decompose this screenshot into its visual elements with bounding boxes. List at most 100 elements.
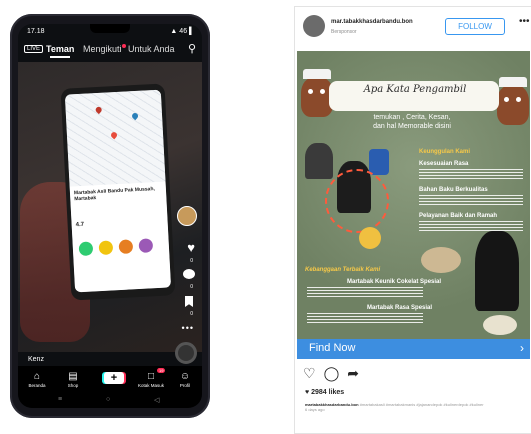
section-title: Kebanggaan Terbaik Kami [305,267,381,273]
more-icon[interactable]: ••• [182,323,194,333]
place-card: Martabak Asli Bandu Pak Mussah, Martabak… [69,181,172,293]
sponsored-label: Bersponsor [331,29,357,35]
mascot-eye [308,89,313,94]
comment-icon[interactable]: ◯ [324,365,340,381]
video-username[interactable]: Kenz [28,356,44,363]
phone-frame: 17.18 ▲ 46 ▌ Martabak Asli Bandu Pak Mus… [10,14,210,418]
follow-button[interactable]: FOLLOW [445,18,505,35]
feature-title: Pelayanan Baik dan Ramah [419,213,498,219]
video-feed[interactable]: Martabak Asli Bandu Pak Mussah, Martabak… [18,62,202,352]
product-photo [369,149,389,175]
status-icons: ▲ 46 ▌ [170,28,194,35]
instagram-post: mar.tabakkhasdarbandu.bon Bersponsor FOL… [294,6,531,434]
post-username[interactable]: mar.tabakkhasdarbandu.bon [331,19,413,25]
chevron-right-icon: › [520,341,524,355]
save-icon [118,239,134,255]
feature-title: Kesesuaian Rasa [419,161,469,167]
profile-icon: ☺ [179,371,191,382]
camera-notch [90,24,130,33]
product-text [307,313,423,325]
video-phone: Martabak Asli Bandu Pak Mussah, Martabak… [60,83,176,301]
chef-hat-icon [303,69,331,79]
tab-teman[interactable]: Teman [46,44,74,58]
comment-count: 0 [190,284,193,290]
status-time: 17.18 [27,28,45,35]
person-photo [475,231,519,311]
notification-dot [122,44,126,48]
find-now-button[interactable]: Find Now › [297,339,530,359]
mascot-eye [320,89,325,94]
nav-shop[interactable]: ▤ Shop [58,370,88,388]
home-button[interactable]: ○ [106,396,110,403]
create-button[interactable]: + [104,372,124,384]
feature-text [419,169,523,181]
home-icon: ⌂ [33,371,41,382]
map-view [64,89,166,187]
person-photo [305,143,333,179]
call-icon [98,240,114,256]
creator-avatar[interactable] [177,206,197,226]
post-actions: ♡ ◯ ➦ [303,365,367,382]
feature-text [419,221,523,233]
tab-untuk-anda[interactable]: Untuk Anda [128,44,175,54]
place-rating: 4.7 [75,221,85,229]
post-caption: martabakkhasdarbandu.bon #martabakasli #… [305,402,525,412]
mascot-eye [516,97,521,102]
profile-avatar[interactable] [303,15,325,37]
caption-time: 6 days ago [305,407,325,412]
tab-mengikuti[interactable]: Mengikuti [83,44,122,54]
nav-label: Shop [67,383,79,388]
like-count: 0 [190,258,193,264]
map-pin-icon [94,105,103,115]
back-button[interactable]: ◁ [154,396,159,404]
product-title: Martabak Rasa Spesial [367,305,433,311]
top-navigation: LIVE Teman Mengikuti Untuk Anda ⚲ [18,42,202,60]
bookmark-count: 0 [190,311,193,317]
product-title: Martabak Keunik Cokelat Spesial [347,279,442,285]
likes-count: ♥ 2984 likes [305,389,345,396]
decorative-curve [325,169,389,233]
more-options-icon[interactable]: ••• [519,16,530,27]
cta-label: Find Now [309,342,356,354]
live-badge[interactable]: LIVE [24,45,44,53]
product-badge [359,227,381,249]
chef-mascot-right [497,77,529,125]
nav-inbox[interactable]: □ Kotak Masuk [136,370,166,388]
phone-screen: 17.18 ▲ 46 ▌ Martabak Asli Bandu Pak Mus… [18,24,202,408]
inbox-icon: □ [147,371,155,382]
like-icon[interactable]: ♡ [303,365,316,381]
post-header: mar.tabakkhasdarbandu.bon Bersponsor FOL… [295,7,531,51]
music-disc-icon[interactable] [175,342,197,364]
heart-icon[interactable]: ♥ [187,240,195,255]
nav-label: Profil [179,383,191,388]
shop-icon: ▤ [68,371,78,382]
feature-text [419,195,523,207]
mascot-eye [504,97,509,102]
place-name: Martabak Asli Bandu Pak Mussah, Martabak [73,186,156,203]
martabak-photo [421,247,461,273]
ad-subtitle: temukan , Cerita, Kesan, dan hal Memorab… [373,114,451,130]
nav-label: Beranda [28,383,46,388]
martabak-photo [483,315,517,335]
bottom-navigation: ⌂ Beranda ▤ Shop + 19 □ Kotak Masuk ☺ Pr… [18,366,202,394]
ad-banner-text: Apa Kata Pengambil [363,84,467,95]
nav-home[interactable]: ⌂ Beranda [22,370,52,388]
system-navigation: ≡ ○ ◁ [18,394,202,408]
recents-button[interactable]: ≡ [58,396,62,403]
search-icon[interactable]: ⚲ [188,42,196,55]
ad-image[interactable]: Apa Kata Pengambil temukan , Cerita, Kes… [297,51,530,339]
share-icon[interactable]: ➦ [347,365,359,381]
chef-hat-icon [499,77,527,87]
section-title: Keunggulan Kami [419,149,471,155]
share-icon [138,238,154,253]
video-phone-screen: Martabak Asli Bandu Pak Mussah, Martabak… [64,89,172,293]
feature-title: Bahan Baku Berkualitas [419,187,488,193]
map-pin-icon [109,130,119,140]
product-text [307,287,423,299]
nav-profile[interactable]: ☺ Profil [170,370,200,388]
comment-icon[interactable] [183,269,195,279]
nav-label: Kotak Masuk [137,383,164,388]
directions-icon [78,241,94,257]
map-pin-icon [130,111,140,121]
caption-text: #martabakasli #martabakmanis #jajanandep… [359,402,484,407]
